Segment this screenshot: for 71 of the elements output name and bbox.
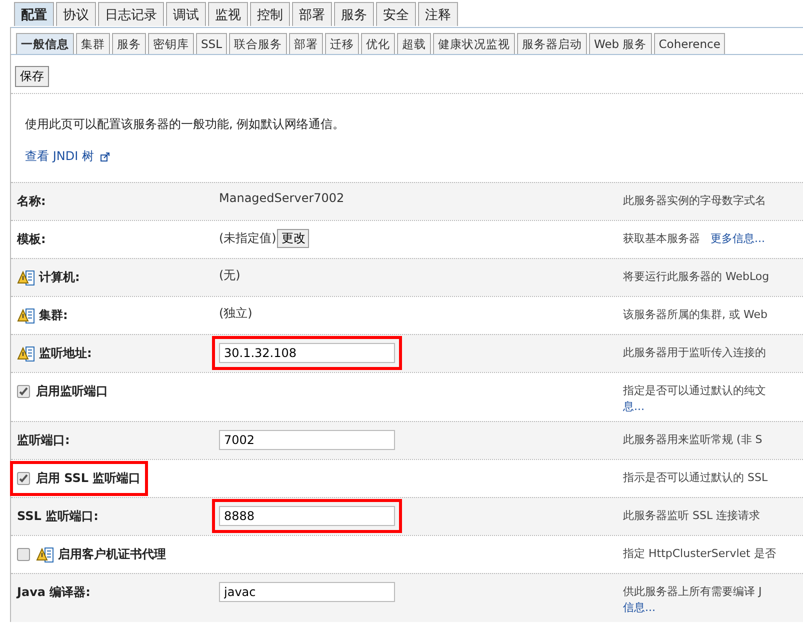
field-value: (无) <box>219 267 240 284</box>
sub-tab[interactable]: 优化 <box>361 33 396 54</box>
jndi-tree-link[interactable]: 查看 JNDI 树 <box>25 148 94 165</box>
tab[interactable]: 协议 <box>56 2 96 26</box>
tab[interactable]: 配置 <box>14 2 54 26</box>
tab[interactable]: 安全 <box>376 2 416 26</box>
field-description: 指定是否可以通过默认的纯文 <box>623 384 766 397</box>
field-label: 监听端口: <box>17 432 70 449</box>
field-label: 启用 SSL 监听端口 <box>36 470 141 487</box>
field-description: 该服务器所属的集群, 或 Web <box>623 308 768 321</box>
sub-tab[interactable]: 部署 <box>289 33 324 54</box>
tab[interactable]: 注释 <box>418 2 458 26</box>
tab[interactable]: 监视 <box>208 2 248 26</box>
tab[interactable]: 部署 <box>292 2 332 26</box>
warning-document-icon <box>17 308 35 324</box>
sub-tab[interactable]: Web 服务 <box>589 33 652 54</box>
change-button[interactable]: 更改 <box>277 229 310 248</box>
field-label: 启用监听端口 <box>36 383 108 400</box>
warning-document-icon <box>36 546 54 562</box>
field-description: 将要运行此服务器的 WebLog <box>623 270 770 283</box>
input-field[interactable]: 7002 <box>219 430 395 450</box>
field-description: 指示是否可以通过默认的 SSL <box>623 471 768 484</box>
field-label: Java 编译器: <box>17 584 90 601</box>
field-value: ManagedServer7002 <box>219 191 344 205</box>
sub-tab[interactable]: 联合服务 <box>229 33 288 54</box>
field-description: 此服务器用来监听常规 (非 S <box>623 433 762 446</box>
checkmark-icon <box>19 387 28 396</box>
input-field[interactable]: 30.1.32.108 <box>219 343 395 363</box>
intro-text: 使用此页可以配置该服务器的一般功能, 例如默认网络通信。 <box>25 116 346 133</box>
field-description: 此服务器监听 SSL 连接请求 <box>623 509 760 522</box>
field-description: 获取基本服务器 <box>623 232 700 245</box>
field-value: (未指定值) <box>219 230 276 247</box>
sub-tab[interactable]: 集群 <box>76 33 110 54</box>
sub-tab[interactable]: 迁移 <box>325 33 360 54</box>
save-button[interactable]: 保存 <box>15 66 49 87</box>
sub-tab[interactable]: SSL <box>196 33 228 54</box>
warning-document-icon <box>17 346 35 362</box>
sub-tab[interactable]: 健康状况监视 <box>433 33 516 54</box>
tab[interactable]: 调试 <box>166 2 206 26</box>
more-info-link[interactable]: 更多信息... <box>710 232 765 245</box>
checkbox[interactable] <box>17 472 30 485</box>
checkbox[interactable] <box>17 385 30 398</box>
field-label: 监听地址: <box>39 345 92 362</box>
input-field[interactable]: 8888 <box>219 506 395 526</box>
checkbox[interactable] <box>17 548 30 561</box>
field-label: 计算机: <box>39 269 80 286</box>
field-description: 指定 HttpClusterServlet 是否 <box>623 547 776 560</box>
field-label: 集群: <box>39 307 68 324</box>
field-description: 此服务器实例的字母数字式名 <box>623 194 766 207</box>
tab[interactable]: 服务 <box>334 2 374 26</box>
field-label: 模板: <box>17 231 46 248</box>
checkmark-icon <box>19 474 28 483</box>
sub-tab[interactable]: 服务 <box>112 33 146 54</box>
sub-tab[interactable]: 一般信息 <box>16 33 74 54</box>
input-field[interactable]: javac <box>219 582 395 602</box>
field-description: 供此服务器上所有需要编译 J <box>623 585 762 598</box>
field-label: SSL 监听端口: <box>17 508 98 525</box>
more-info-link[interactable]: 息... <box>623 400 644 413</box>
sub-tab[interactable]: 服务器启动 <box>517 33 588 54</box>
field-description: 此服务器用于监听传入连接的 <box>623 346 766 359</box>
sub-tab[interactable]: 密钥库 <box>148 33 194 54</box>
sub-tab[interactable]: Coherence <box>654 33 726 54</box>
warning-document-icon <box>17 270 35 286</box>
sub-tab[interactable]: 超载 <box>397 33 432 54</box>
tab[interactable]: 日志记录 <box>98 2 164 26</box>
field-value: (独立) <box>219 305 252 322</box>
field-label: 启用客户机证书代理 <box>58 546 166 563</box>
more-info-link[interactable]: 信息... <box>623 601 656 614</box>
external-link-icon[interactable] <box>100 152 110 162</box>
field-label: 名称: <box>17 193 46 210</box>
tab[interactable]: 控制 <box>250 2 290 26</box>
